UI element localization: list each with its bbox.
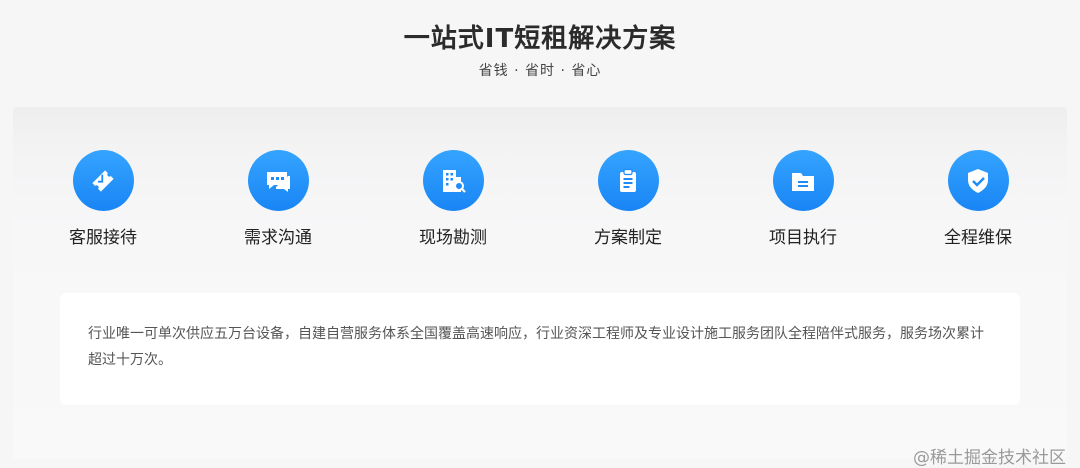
clipboard-icon [620, 168, 636, 192]
shield-check-icon [968, 168, 988, 193]
folder-icon [792, 172, 814, 191]
step-requirement[interactable]: 需求沟通 [213, 150, 343, 248]
step-maintenance[interactable]: 全程维保 [913, 150, 1043, 248]
step-execution[interactable]: 项目执行 [738, 150, 868, 248]
building-search-icon [443, 169, 466, 193]
step-label: 需求沟通 [244, 228, 312, 248]
service-steps: 客服接待 需求沟通 现场勘测 方案制定 项目执行 全程维保 [13, 150, 1067, 250]
ticket-icon [92, 169, 114, 192]
step-label: 方案制定 [594, 228, 662, 248]
chat-icon [267, 171, 290, 192]
description-text: 行业唯一可单次供应五万台设备，自建自营服务体系全国覆盖高速响应，行业资深工程师及… [88, 326, 984, 368]
step-label: 现场勘测 [419, 228, 487, 248]
description-card: 行业唯一可单次供应五万台设备，自建自营服务体系全国覆盖高速响应，行业资深工程师及… [60, 293, 1020, 405]
step-planning[interactable]: 方案制定 [563, 150, 693, 248]
step-label: 项目执行 [769, 228, 837, 248]
watermark: @稀土掘金技术社区 [913, 448, 1066, 468]
page-subtitle: 省钱 · 省时 · 省心 [478, 63, 602, 79]
step-label: 客服接待 [69, 228, 137, 248]
step-customer-service[interactable]: 客服接待 [38, 150, 168, 248]
step-label: 全程维保 [944, 228, 1012, 248]
page-title: 一站式IT短租解决方案 [403, 24, 677, 54]
step-site-survey[interactable]: 现场勘测 [388, 150, 518, 248]
